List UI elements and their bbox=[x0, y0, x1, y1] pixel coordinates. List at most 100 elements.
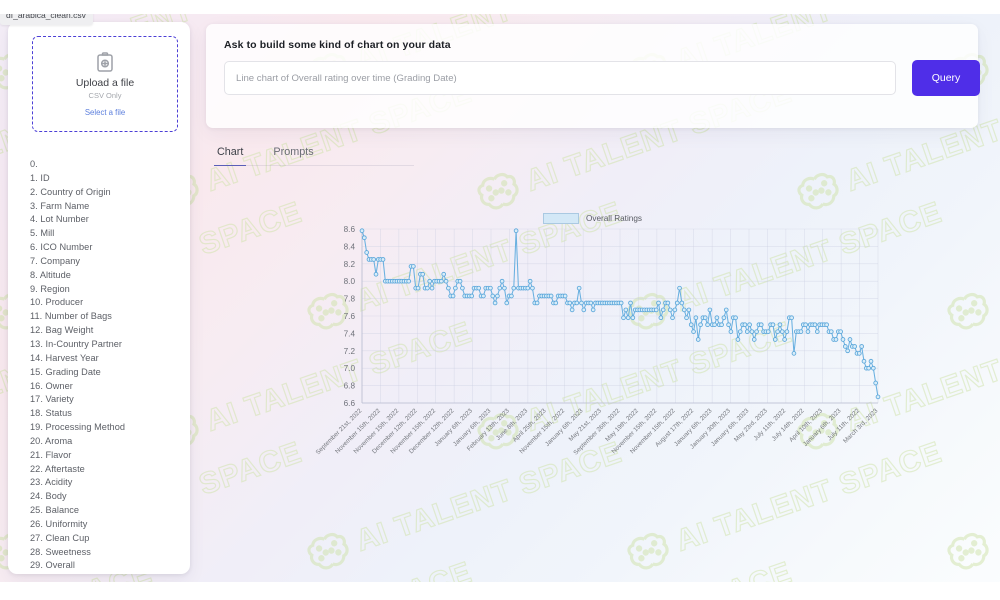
data-point bbox=[674, 300, 680, 306]
x-tick-label: March 3rd, 2023 bbox=[842, 407, 880, 445]
column-list-item: 7. Company bbox=[30, 255, 81, 266]
column-list-item: 23. Acidity bbox=[30, 477, 73, 488]
data-point bbox=[623, 307, 629, 313]
data-point bbox=[667, 307, 673, 313]
data-point bbox=[684, 315, 689, 321]
data-point bbox=[513, 228, 519, 234]
data-point bbox=[677, 285, 682, 291]
data-point bbox=[782, 337, 787, 342]
y-tick-label: 7.8 bbox=[344, 295, 356, 304]
column-list-item: 18. Status bbox=[30, 408, 72, 419]
data-point bbox=[798, 329, 804, 334]
column-list-item: 30. Defects bbox=[30, 573, 190, 574]
data-point bbox=[380, 257, 386, 262]
query-prompt-label: Ask to build some kind of chart on your … bbox=[224, 39, 451, 51]
y-tick-label: 7.2 bbox=[344, 347, 356, 356]
data-point bbox=[770, 322, 776, 328]
query-button[interactable]: Query bbox=[912, 60, 980, 96]
data-point bbox=[803, 322, 808, 328]
column-list-item: 12. Bag Weight bbox=[30, 325, 94, 336]
data-point bbox=[502, 285, 507, 291]
data-point bbox=[364, 250, 369, 255]
watermark: AI TALENT SPACE bbox=[944, 434, 1000, 577]
column-list-item: 15. Grading Date bbox=[30, 366, 101, 377]
data-point bbox=[686, 307, 692, 313]
data-point bbox=[658, 315, 664, 321]
top-chrome-bar bbox=[0, 0, 1000, 14]
data-point bbox=[726, 322, 731, 328]
data-point bbox=[628, 300, 633, 306]
column-list-item: 24. Body bbox=[30, 491, 67, 502]
data-point bbox=[784, 329, 790, 334]
data-point bbox=[845, 348, 850, 354]
tab-chart[interactable]: Chart bbox=[214, 146, 247, 166]
data-point bbox=[693, 315, 699, 321]
data-point bbox=[747, 322, 752, 328]
data-point bbox=[534, 300, 540, 306]
data-point bbox=[765, 329, 771, 334]
data-point bbox=[868, 358, 874, 364]
y-tick-label: 6.6 bbox=[344, 399, 356, 408]
data-point bbox=[758, 322, 764, 328]
data-point bbox=[415, 285, 421, 291]
data-point bbox=[698, 322, 703, 328]
data-point bbox=[838, 329, 843, 334]
y-tick-label: 8.0 bbox=[344, 277, 356, 286]
data-point bbox=[427, 278, 433, 284]
column-list-item: 17. Variety bbox=[30, 394, 74, 405]
data-point bbox=[723, 307, 729, 313]
tab-prompts[interactable]: Prompts bbox=[270, 146, 316, 166]
data-point bbox=[373, 271, 379, 277]
data-point bbox=[733, 315, 738, 321]
data-point bbox=[772, 337, 778, 342]
data-point bbox=[362, 235, 367, 241]
data-point bbox=[579, 300, 584, 306]
data-point bbox=[527, 278, 533, 284]
bottom-chrome-bar bbox=[0, 582, 1000, 600]
data-point bbox=[702, 315, 708, 321]
query-input[interactable] bbox=[224, 61, 896, 95]
file-dropzone[interactable]: Upload a file CSV Only Select a file bbox=[32, 36, 178, 132]
column-list-item: 11. Number of Bags bbox=[30, 311, 112, 322]
y-tick-label: 8.4 bbox=[344, 242, 356, 251]
data-point bbox=[695, 337, 701, 342]
overall-ratings-line-chart: 6.66.87.07.27.47.67.88.08.28.48.6Septemb… bbox=[315, 225, 881, 456]
data-point bbox=[499, 278, 505, 284]
data-point bbox=[681, 307, 687, 313]
column-list-item: 4. Lot Number bbox=[30, 214, 89, 225]
column-list-item: 8. Altitude bbox=[30, 269, 71, 280]
column-list-item: 9. Region bbox=[30, 283, 70, 294]
data-point bbox=[812, 322, 818, 328]
data-point bbox=[665, 300, 671, 306]
data-point bbox=[749, 329, 755, 334]
data-point bbox=[588, 300, 594, 306]
data-point bbox=[411, 264, 416, 269]
data-point bbox=[660, 307, 666, 313]
data-point bbox=[530, 285, 535, 291]
data-point bbox=[861, 358, 867, 364]
data-point bbox=[828, 329, 834, 334]
data-point bbox=[777, 322, 783, 328]
select-a-file-link[interactable]: Select a file bbox=[85, 108, 125, 117]
data-point bbox=[751, 337, 757, 342]
column-list-item: 0. bbox=[30, 159, 38, 169]
data-point bbox=[525, 285, 531, 291]
column-list-item: 20. Aroma bbox=[30, 435, 73, 446]
data-point bbox=[446, 285, 451, 291]
y-tick-label: 8.2 bbox=[344, 260, 356, 269]
data-point bbox=[859, 344, 864, 349]
data-point bbox=[630, 315, 636, 321]
column-list-item: 27. Clean Cup bbox=[30, 532, 90, 543]
data-point bbox=[679, 300, 685, 306]
data-point bbox=[406, 278, 412, 284]
column-list: 0. 1. ID 2. Country of Origin 3. Farm Name 4… bbox=[8, 140, 190, 574]
y-tick-label: 7.0 bbox=[344, 364, 356, 373]
file-upload-icon bbox=[97, 51, 113, 72]
data-point bbox=[567, 300, 573, 306]
data-point bbox=[488, 285, 493, 291]
data-point bbox=[509, 293, 514, 299]
y-tick-label: 7.4 bbox=[344, 329, 356, 338]
data-point bbox=[672, 307, 678, 313]
data-point bbox=[707, 307, 713, 313]
view-tabs: Chart Prompts bbox=[214, 146, 414, 166]
